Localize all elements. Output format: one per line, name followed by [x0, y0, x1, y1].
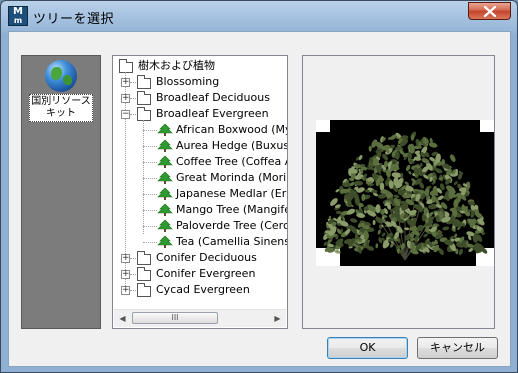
resource-kit-label-line1: 国別リソース: [31, 96, 91, 107]
tree-category-label: Conifer Evergreen: [156, 267, 256, 280]
tree-leaf-label: Tea (Camellia Sinensis): [176, 235, 287, 248]
dialog-body: 国別リソース キット 樹木および植物 + Blossoming + Broadleaf …: [8, 31, 511, 367]
tree-leaf-label: African Boxwood (Myrs: [176, 123, 287, 136]
tree-category-label: Blossoming: [156, 75, 220, 88]
tree-leaf-label: Paloverde Tree (Cercid: [176, 219, 288, 232]
folder-icon: [137, 251, 151, 265]
cancel-button[interactable]: キャンセル: [417, 337, 498, 359]
tree-leaf-label: Aurea Hedge (Buxus Se: [176, 139, 288, 152]
tree-view[interactable]: 樹木および植物 + Blossoming + Broadleaf Deciduous − B…: [112, 55, 288, 329]
expand-icon[interactable]: +: [121, 78, 130, 87]
tree-icon: [157, 123, 173, 136]
app-icon: M m: [8, 6, 28, 26]
title-bar[interactable]: M m ツリーを選択: [1, 1, 517, 31]
tree-preview-panel: [302, 55, 495, 329]
tree-leaf-label: Mango Tree (Mangifera: [176, 203, 287, 216]
expand-icon[interactable]: +: [121, 94, 130, 103]
folder-icon: [137, 267, 151, 281]
folder-icon: [137, 107, 151, 121]
window-title: ツリーを選択: [33, 12, 115, 27]
folder-icon: [137, 75, 151, 89]
plant-preview-image: [316, 120, 494, 266]
scroll-thumb[interactable]: III: [132, 312, 218, 324]
resource-kit-label-line2: キット: [46, 108, 76, 119]
collapse-icon[interactable]: −: [121, 110, 130, 119]
horizontal-scrollbar[interactable]: ◀ III ▶: [114, 309, 286, 327]
folder-icon: [137, 91, 151, 105]
tree-icon: [157, 187, 173, 200]
folder-icon: [119, 59, 133, 73]
globe-icon: [45, 60, 77, 92]
expand-icon[interactable]: +: [121, 254, 130, 263]
close-icon: [483, 6, 497, 17]
resource-kit-item[interactable]: 国別リソース キット: [28, 60, 94, 122]
tree-category-label: Broadleaf Deciduous: [156, 91, 270, 104]
tree-leaf-label: Great Morinda (Morinda: [176, 171, 287, 184]
ok-button[interactable]: OK: [327, 337, 408, 359]
expand-icon[interactable]: +: [121, 286, 130, 295]
tree-category-label: Conifer Deciduous: [156, 251, 257, 264]
tree-icon: [157, 219, 173, 232]
tree-icon: [157, 203, 173, 216]
tree-leaf-label: Japanese Medlar (Eriob: [176, 187, 287, 200]
app-icon-letter-bottom: m: [13, 16, 23, 25]
tree-root-label: 樹木および植物: [138, 59, 215, 72]
tree-icon: [157, 171, 173, 184]
tree-leaf-label: Coffee Tree (Coffea Ar: [176, 155, 288, 168]
tree-icon: [157, 235, 173, 248]
resource-kit-label: 国別リソース キット: [29, 94, 93, 122]
close-button[interactable]: [468, 2, 511, 20]
scroll-left-arrow-icon[interactable]: ◀: [114, 310, 131, 327]
tree-category-label: Cycad Evergreen: [156, 283, 250, 296]
tree-category-label: Broadleaf Evergreen: [156, 107, 269, 120]
scroll-right-arrow-icon[interactable]: ▶: [269, 310, 286, 327]
resource-kit-panel: 国別リソース キット: [21, 55, 101, 329]
tree-icon: [157, 155, 173, 168]
select-tree-dialog: M m ツリーを選択 国別リソース キット 樹木および植物 + Blossoming…: [0, 0, 518, 373]
folder-icon: [137, 283, 151, 297]
tree-icon: [157, 139, 173, 152]
expand-icon[interactable]: +: [121, 270, 130, 279]
